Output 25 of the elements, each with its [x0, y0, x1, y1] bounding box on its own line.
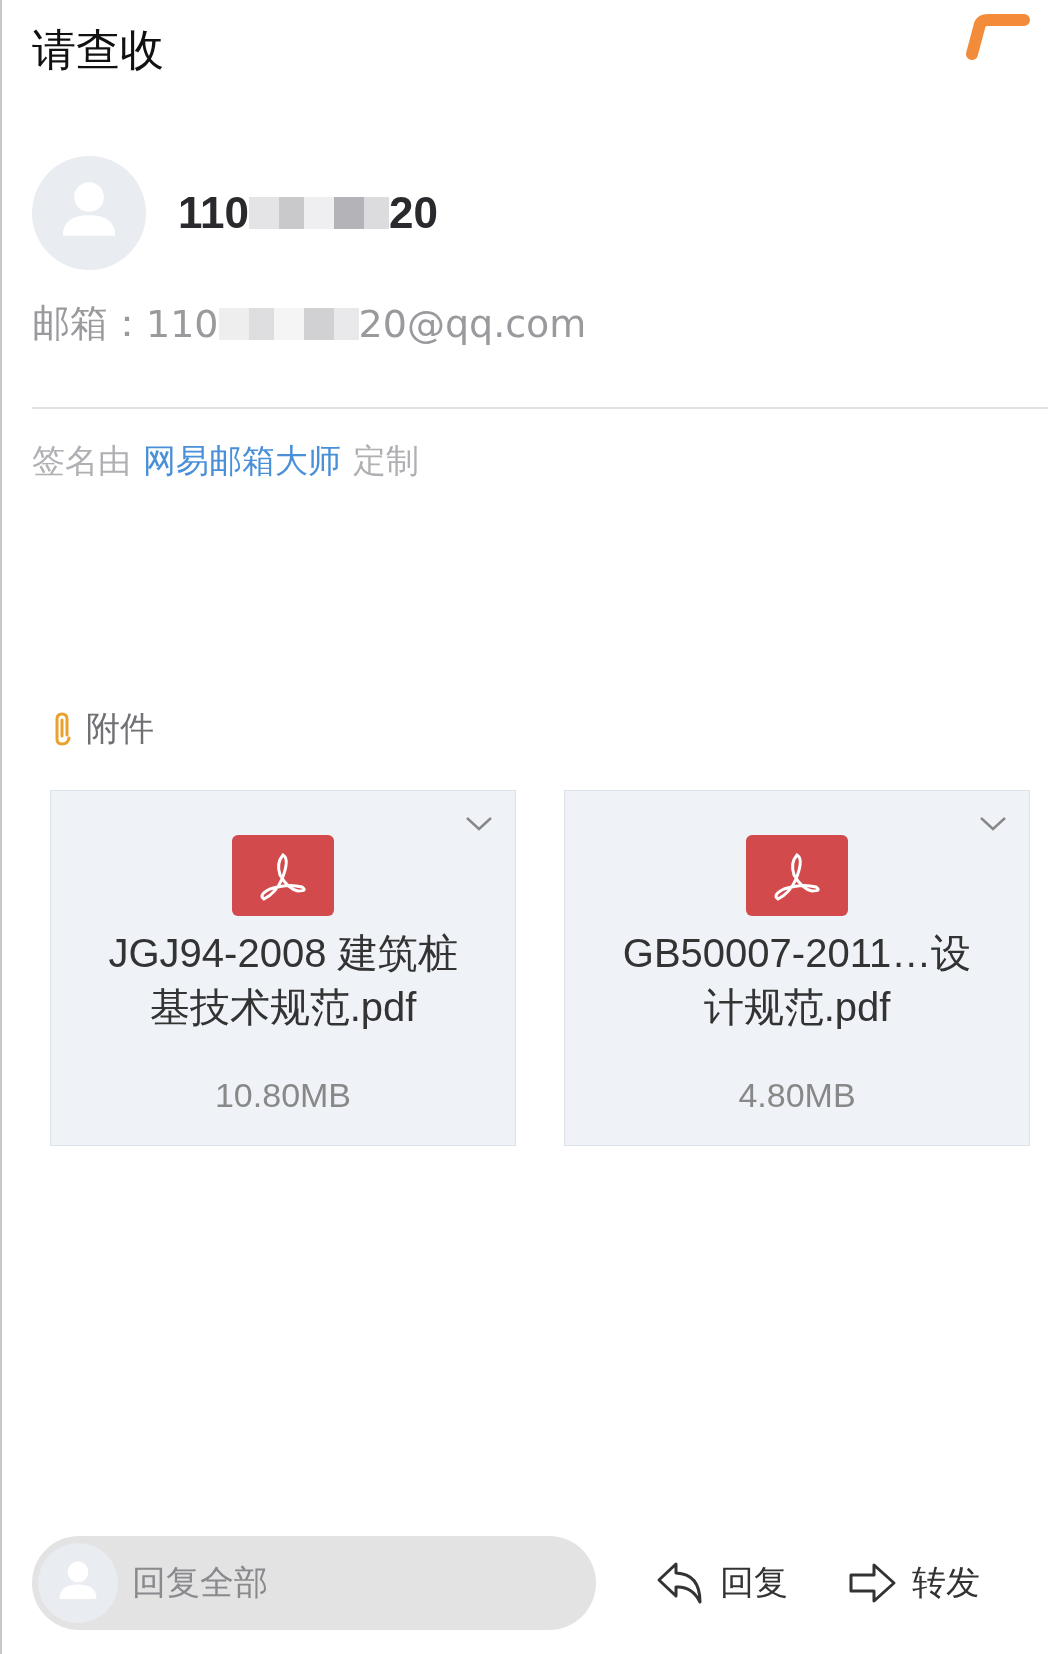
- sender-name: 20: [389, 188, 438, 238]
- forward-button[interactable]: 转发: [848, 1560, 980, 1606]
- email-address: 110: [146, 301, 219, 346]
- chevron-down-icon: [979, 816, 1007, 832]
- forward-arrow-icon: [848, 1562, 898, 1604]
- email-subject: 请查收: [32, 23, 164, 77]
- attachments-label: 附件: [86, 707, 154, 750]
- file-name: JGJ94-2008 建筑桩基技术规范.pdf: [107, 930, 459, 1031]
- attachment-card[interactable]: JGJ94-2008 建筑桩基技术规范.pdf 10.80MB: [50, 790, 516, 1146]
- reply-all-placeholder: 回复全部: [132, 1561, 268, 1604]
- attachment-card[interactable]: GB50007-2011…设计规范.pdf 4.80MB: [564, 790, 1030, 1146]
- chevron-down-icon: [465, 816, 493, 832]
- signature-text: 定制: [353, 440, 419, 482]
- file-name: GB50007-2011…设计规范.pdf: [621, 930, 973, 1031]
- file-size: 10.80MB: [214, 1076, 352, 1115]
- corner-mark-icon: [964, 14, 1030, 60]
- file-size: 4.80MB: [738, 1076, 856, 1115]
- email-label: 邮箱：: [32, 300, 146, 347]
- avatar-icon: [38, 1543, 118, 1623]
- pdf-file-icon: [232, 835, 334, 916]
- signature-text: 签名由: [32, 440, 131, 482]
- reply-button[interactable]: 回复: [656, 1560, 788, 1606]
- sender-name: 110: [178, 188, 249, 238]
- pdf-file-icon: [746, 835, 848, 916]
- email-address: 20@qq.com: [358, 301, 587, 346]
